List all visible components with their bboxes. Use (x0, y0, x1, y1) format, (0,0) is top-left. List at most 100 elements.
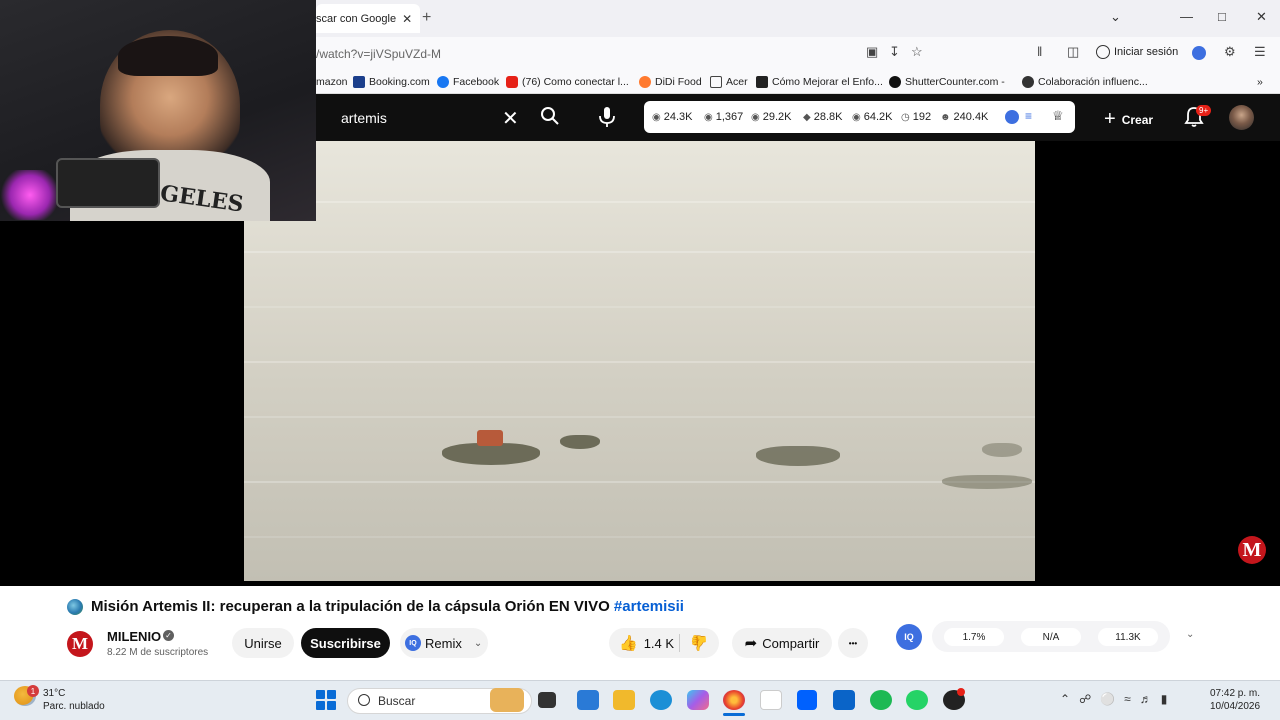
wifi-icon[interactable]: ≈ (1124, 692, 1131, 706)
eye-icon: ◉ (704, 111, 713, 123)
outlook-icon[interactable] (833, 690, 855, 710)
collab-icon (1022, 76, 1034, 88)
video-player[interactable] (244, 141, 1035, 581)
like-count[interactable]: 1.4 K (644, 636, 674, 651)
microphone-icon[interactable]: ⚪ (1100, 692, 1115, 706)
amazon-icon[interactable] (760, 690, 782, 710)
copilot-icon[interactable] (687, 690, 709, 710)
whatsapp-icon[interactable] (906, 690, 928, 710)
booking-icon (353, 76, 365, 88)
share-button[interactable]: ➦ Compartir (732, 628, 832, 658)
app-notification-dot (957, 688, 965, 696)
bookmark-didi[interactable]: DiDi Food (639, 76, 702, 88)
microphone-icon[interactable] (598, 106, 616, 133)
join-button[interactable]: Unirse (232, 628, 294, 658)
account-icon (1096, 45, 1110, 59)
folder-icon (710, 76, 722, 88)
signin-label: Iniciar sesión (1114, 46, 1179, 58)
signin-button[interactable]: Iniciar sesión (1096, 45, 1178, 59)
picture-in-picture-icon[interactable]: ▣ (866, 44, 878, 60)
recovery-boat (560, 435, 600, 449)
list-icon[interactable]: ≡ (1025, 109, 1032, 123)
store-icon[interactable] (577, 690, 599, 710)
phone-in-hand (56, 158, 160, 208)
iq-expand-chevron-icon[interactable]: ⌄ (1186, 629, 1194, 640)
close-window-icon[interactable]: ✕ (1256, 9, 1267, 25)
stat-live-viewers: ◉ 1,367 (704, 111, 744, 123)
browser-tab[interactable]: scar con Google ✕ (316, 4, 420, 33)
download-page-icon[interactable]: ↧ (889, 44, 900, 60)
user-avatar[interactable] (1229, 105, 1254, 130)
iq-metric-na: N/A (1021, 628, 1081, 646)
volume-icon[interactable]: ♬ (1140, 692, 1152, 706)
iq-panel-icon[interactable]: IQ (896, 624, 922, 650)
remix-button[interactable]: IQ Remix ⌄ (400, 628, 488, 658)
hashtag-link[interactable]: #artemisii (614, 598, 684, 615)
extensions-icon[interactable]: ⚙ (1224, 44, 1236, 60)
page-icon (756, 76, 768, 88)
channel-watermark-logo: M (1238, 536, 1266, 564)
iq-extension-icon[interactable] (1192, 46, 1206, 60)
edge-icon[interactable] (650, 690, 672, 710)
thumbs-up-icon[interactable]: 👍 (619, 634, 638, 652)
trophy-icon[interactable]: ♕ (1052, 108, 1064, 124)
search-icon[interactable] (540, 106, 560, 131)
tab-close-icon[interactable]: ✕ (402, 12, 412, 26)
library-icon[interactable]: ‖ (1037, 44, 1042, 59)
file-explorer-icon[interactable] (613, 690, 635, 710)
search-input[interactable]: artemis (328, 101, 576, 134)
recovery-boat (756, 446, 840, 466)
subscribe-button[interactable]: Suscribirse (301, 628, 390, 658)
sidebar-icon[interactable]: ◫ (1067, 44, 1079, 60)
notification-badge: 9+ (1196, 105, 1212, 116)
clear-search-icon[interactable]: ✕ (502, 106, 519, 131)
search-highlight-icon[interactable] (490, 688, 524, 712)
chevron-down-icon[interactable]: ⌄ (474, 638, 482, 649)
minimize-icon[interactable]: — (1180, 9, 1193, 24)
dropbox-icon[interactable] (797, 690, 817, 710)
tray-app-icon[interactable]: ☍ (1079, 692, 1091, 706)
more-actions-button[interactable]: ••• (838, 628, 868, 658)
stat-duration: ◷ 192 (901, 111, 932, 123)
tray-chevron-up-icon[interactable]: ⌃ (1060, 692, 1070, 706)
thumbs-down-icon[interactable]: 👍 (690, 634, 709, 652)
iq-icon[interactable] (1005, 110, 1019, 124)
spotify-icon[interactable] (870, 690, 892, 710)
channel-name[interactable]: MILENIO (107, 629, 161, 644)
url-bar[interactable]: /watch?v=jiVSpuVZd-M (316, 42, 946, 66)
bookmark-star-icon[interactable]: ☆ (911, 44, 923, 60)
streamer-hair (118, 36, 218, 76)
bookmark-amazon[interactable]: mazon (316, 76, 348, 88)
bookmark-acer[interactable]: Acer (710, 76, 748, 88)
bookmark-youtube[interactable]: (76) Como conectar l... (506, 76, 629, 88)
more-bookmarks-icon[interactable]: » (1257, 76, 1263, 88)
bookmark-booking[interactable]: Booking.com (353, 76, 430, 88)
firefox-icon[interactable] (723, 690, 745, 710)
stat-impressions: ◉ 64.2K (852, 111, 893, 123)
clock-date[interactable]: 10/04/2026 (1210, 701, 1260, 712)
tab-list-chevron-icon[interactable]: ⌄ (1110, 9, 1121, 25)
channel-avatar[interactable]: M (67, 631, 93, 657)
eye-icon: ◉ (852, 111, 861, 123)
plus-icon: + (1104, 108, 1116, 130)
new-tab-icon[interactable]: + (422, 9, 431, 27)
recovery-boat (982, 443, 1022, 457)
maximize-icon[interactable]: □ (1218, 9, 1226, 24)
video-title: Misión Artemis II: recuperan a la tripul… (91, 598, 684, 615)
task-view-icon[interactable] (538, 692, 556, 708)
bookmark-enfoque[interactable]: Cómo Mejorar el Enfo... (756, 76, 883, 88)
facebook-icon (437, 76, 449, 88)
bookmark-shuttercounter[interactable]: ShutterCounter.com - (889, 76, 1005, 88)
bookmark-colaboracion[interactable]: Colaboración influenc... (1022, 76, 1148, 88)
create-button[interactable]: + Crear (1104, 108, 1153, 131)
bookmark-facebook[interactable]: Facebook (437, 76, 499, 88)
shutter-icon (889, 76, 901, 88)
iq-icon: IQ (405, 635, 421, 651)
menu-icon[interactable]: ☰ (1254, 44, 1266, 60)
clock-time[interactable]: 07:42 p. m. (1210, 688, 1260, 699)
taskbar-search-placeholder: Buscar (378, 694, 416, 708)
tag-icon: ◆ (803, 111, 811, 123)
battery-icon[interactable]: ▮ (1161, 692, 1168, 706)
windows-start-icon[interactable] (316, 690, 336, 710)
stat-views: ◉ 24.3K (652, 111, 693, 123)
